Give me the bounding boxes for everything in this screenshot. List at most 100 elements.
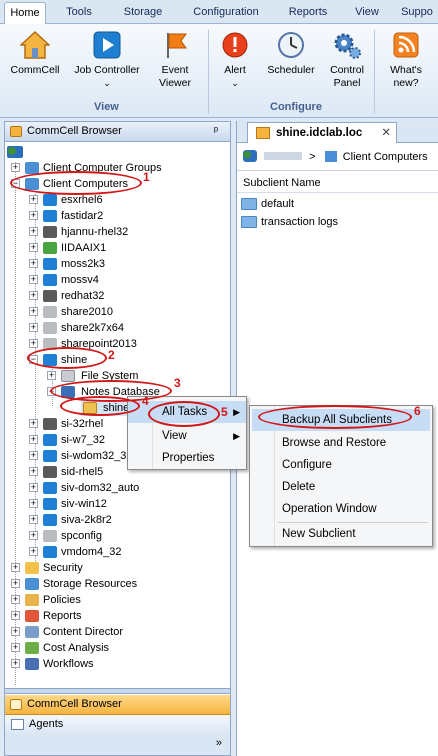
expand-icon[interactable]: +	[29, 243, 38, 252]
tree-item[interactable]: + Security	[11, 560, 201, 576]
tree-item[interactable]: + share2010	[29, 304, 219, 320]
expand-icon[interactable]: +	[29, 499, 38, 508]
breadcrumb: > Client Computers	[237, 143, 438, 171]
tree-item[interactable]: + moss2k3	[29, 256, 219, 272]
menu-item-operation-window[interactable]: Operation Window	[252, 498, 430, 520]
expand-icon[interactable]: +	[11, 643, 20, 652]
linux-icon	[43, 290, 57, 302]
alert-button[interactable]: Alert ⌄	[212, 30, 258, 90]
rss-icon	[391, 30, 421, 60]
flag-icon	[160, 30, 190, 60]
tree-item[interactable]: + spconfig	[29, 528, 219, 544]
menu-item-view[interactable]: View ▶	[128, 425, 246, 447]
tree-item[interactable]: + Reports	[11, 608, 201, 624]
tree-item[interactable]: + Cost Analysis	[11, 640, 201, 656]
expand-icon[interactable]: +	[11, 659, 20, 668]
menu-item-delete[interactable]: Delete	[252, 476, 430, 498]
event-viewer-button[interactable]: Event Viewer	[148, 30, 202, 90]
commcell-button[interactable]: CommCell	[4, 30, 66, 77]
pane-splitter[interactable]	[5, 688, 230, 694]
file-system-icon	[61, 370, 75, 382]
close-icon[interactable]: ✕	[381, 123, 391, 143]
breadcrumb-blurred-root[interactable]	[264, 152, 303, 160]
expand-icon[interactable]: +	[29, 227, 38, 236]
tree-item[interactable]: + share2k7x64	[29, 320, 219, 336]
menu-item-properties[interactable]: Properties	[128, 447, 246, 469]
breadcrumb-separator: >	[309, 151, 316, 163]
windows-icon	[43, 482, 57, 494]
tab-shine-idclab[interactable]: shine.idclab.loc ✕	[247, 122, 397, 143]
callout-number: 1	[143, 170, 150, 184]
menu-item-configure[interactable]: Configure	[252, 454, 430, 476]
tree-item[interactable]: + IIDAAIX1	[29, 240, 219, 256]
expand-icon[interactable]: +	[11, 163, 20, 172]
tab-support[interactable]: Suppo	[396, 2, 438, 24]
workflow-icon	[25, 658, 39, 670]
windows-disabled-icon	[43, 322, 57, 334]
tab-storage[interactable]: Storage	[112, 2, 174, 24]
column-header-subclient-name[interactable]: Subclient Name	[237, 173, 438, 193]
tree-item[interactable]: + Content Director	[11, 624, 201, 640]
expand-icon[interactable]: +	[29, 259, 38, 268]
expand-icon[interactable]: +	[29, 195, 38, 204]
expand-icon[interactable]: +	[29, 531, 38, 540]
scheduler-button[interactable]: Scheduler	[260, 30, 322, 77]
tab-configuration[interactable]: Configuration	[182, 2, 270, 24]
tree-item[interactable]: + siv-win12	[29, 496, 219, 512]
tab-reports[interactable]: Reports	[278, 2, 338, 24]
expand-icon[interactable]: +	[29, 483, 38, 492]
expand-icon[interactable]: +	[11, 563, 20, 572]
menu-item-browse-and-restore[interactable]: Browse and Restore	[252, 432, 430, 454]
windows-icon	[43, 274, 57, 286]
expand-icon[interactable]: +	[29, 275, 38, 284]
tree-item[interactable]: + redhat32	[29, 288, 219, 304]
expand-icon[interactable]: +	[29, 451, 38, 460]
menu-item-new-subclient[interactable]: New Subclient	[252, 523, 430, 545]
expand-icon[interactable]: +	[29, 419, 38, 428]
control-panel-button[interactable]: Control Panel	[324, 30, 370, 90]
tree-item[interactable]: + Policies	[11, 592, 201, 608]
expand-icon[interactable]: +	[11, 579, 20, 588]
list-item[interactable]: default	[241, 195, 294, 213]
expand-icon[interactable]: +	[11, 595, 20, 604]
expand-icon[interactable]: +	[29, 547, 38, 556]
breadcrumb-client-computers[interactable]: Client Computers	[343, 151, 428, 163]
expand-icon[interactable]: +	[29, 435, 38, 444]
whats-new-button[interactable]: What's new?	[380, 30, 432, 90]
expand-icon[interactable]: +	[29, 307, 38, 316]
expand-icon[interactable]: +	[11, 627, 20, 636]
folder-icon	[241, 216, 257, 228]
expand-icon[interactable]: +	[47, 371, 56, 380]
tree-item[interactable]: + vmdom4_32	[29, 544, 219, 560]
expand-icon[interactable]: +	[29, 323, 38, 332]
tree-item[interactable]: + siv-dom32_auto	[29, 480, 219, 496]
pin-icon[interactable]: ᵖ	[214, 122, 218, 141]
tree-item[interactable]: + Workflows	[11, 656, 201, 672]
commcell-browser-nav-button[interactable]: CommCell Browser	[5, 695, 230, 715]
tree-item[interactable]: + hjannu-rhel32	[29, 224, 219, 240]
reports-icon	[25, 610, 39, 622]
expand-icon[interactable]: +	[29, 467, 38, 476]
tab-home[interactable]: Home	[4, 2, 46, 25]
lock-icon	[25, 562, 39, 574]
linux-icon	[43, 226, 57, 238]
expand-icon[interactable]: +	[29, 339, 38, 348]
group-separator	[374, 30, 375, 114]
tab-view[interactable]: View	[346, 2, 388, 24]
expand-icon[interactable]: +	[29, 515, 38, 524]
list-item[interactable]: transaction logs	[241, 213, 338, 231]
tab-tools[interactable]: Tools	[54, 2, 104, 24]
expand-icon[interactable]: +	[29, 291, 38, 300]
content-director-icon	[25, 626, 39, 638]
agents-nav-button[interactable]: Agents	[5, 715, 230, 735]
tree-item[interactable]: + Storage Resources	[11, 576, 201, 592]
windows-icon	[43, 210, 57, 222]
tree-item[interactable]: + mossv4	[29, 272, 219, 288]
job-controller-button[interactable]: Job Controller ⌄	[72, 30, 142, 90]
tree-item[interactable]: + fastidar2	[29, 208, 219, 224]
tree-item[interactable]: + siva-2k8r2	[29, 512, 219, 528]
windows-disabled-icon	[43, 530, 57, 542]
overflow-chevron-icon[interactable]: »	[216, 737, 222, 749]
expand-icon[interactable]: +	[11, 611, 20, 620]
expand-icon[interactable]: +	[29, 211, 38, 220]
